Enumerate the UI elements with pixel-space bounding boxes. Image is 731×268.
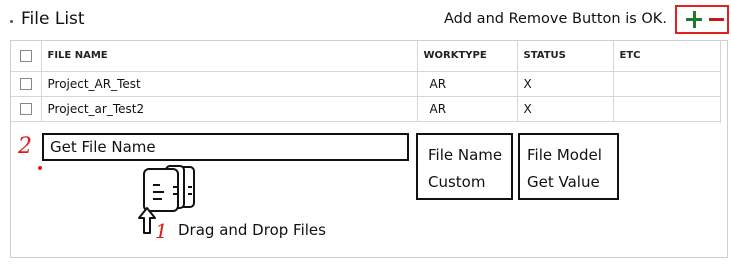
column-header-etc[interactable]: ETC — [613, 41, 721, 72]
worktype-cell[interactable]: AR — [417, 96, 518, 122]
custom-line-1: File Name — [428, 146, 503, 164]
column-header-file-name[interactable]: FILE NAME — [41, 41, 418, 72]
select-all-checkbox[interactable] — [19, 49, 32, 62]
file-name-cell[interactable]: Project_ar_Test2 — [41, 96, 418, 122]
row-select-cell — [11, 96, 42, 122]
custom-line-2: Custom — [428, 173, 486, 191]
table-row[interactable]: Project_AR_Test AR X — [11, 71, 721, 97]
status-cell[interactable]: X — [517, 71, 614, 97]
table-header-row: FILE NAME WORKTYPE STATUS ETC — [11, 41, 721, 72]
plus-icon[interactable] — [683, 7, 705, 33]
select-all-cell — [11, 41, 42, 72]
row-checkbox[interactable] — [19, 102, 32, 115]
file-model-box: File Model Get Value — [518, 133, 619, 200]
model-line-2: Get Value — [527, 173, 600, 191]
annotation-dot — [38, 166, 42, 170]
file-name-cell[interactable]: Project_AR_Test — [41, 71, 418, 97]
file-list-header: File List Add and Remove Button is OK. — [0, 8, 731, 34]
column-header-status[interactable]: STATUS — [517, 41, 614, 72]
etc-cell[interactable] — [613, 96, 721, 122]
row-checkbox[interactable] — [19, 77, 32, 90]
vertical-scrollbar[interactable] — [720, 41, 727, 123]
model-line-1: File Model — [527, 146, 602, 164]
get-file-name-label: Get File Name — [50, 138, 156, 156]
annotation-step-2: 2 — [18, 134, 32, 159]
page-title: File List — [21, 9, 85, 29]
file-name-custom-box: File Name Custom — [416, 133, 513, 200]
add-remove-button-group — [675, 5, 729, 34]
file-table: FILE NAME WORKTYPE STATUS ETC Project_AR… — [11, 41, 721, 122]
drag-drop-label: Drag and Drop Files — [178, 221, 326, 239]
header-note: Add and Remove Button is OK. — [444, 11, 667, 27]
worktype-cell[interactable]: AR — [417, 71, 518, 97]
minus-icon[interactable] — [707, 7, 727, 33]
arrow-up-icon — [138, 207, 156, 234]
etc-cell[interactable] — [613, 71, 721, 97]
bullet-icon — [10, 20, 13, 23]
row-select-cell — [11, 71, 42, 97]
status-cell[interactable]: X — [517, 96, 614, 122]
table-row[interactable]: Project_ar_Test2 AR X — [11, 96, 721, 122]
column-header-worktype[interactable]: WORKTYPE — [417, 41, 518, 72]
get-file-name-box: Get File Name — [42, 133, 409, 161]
